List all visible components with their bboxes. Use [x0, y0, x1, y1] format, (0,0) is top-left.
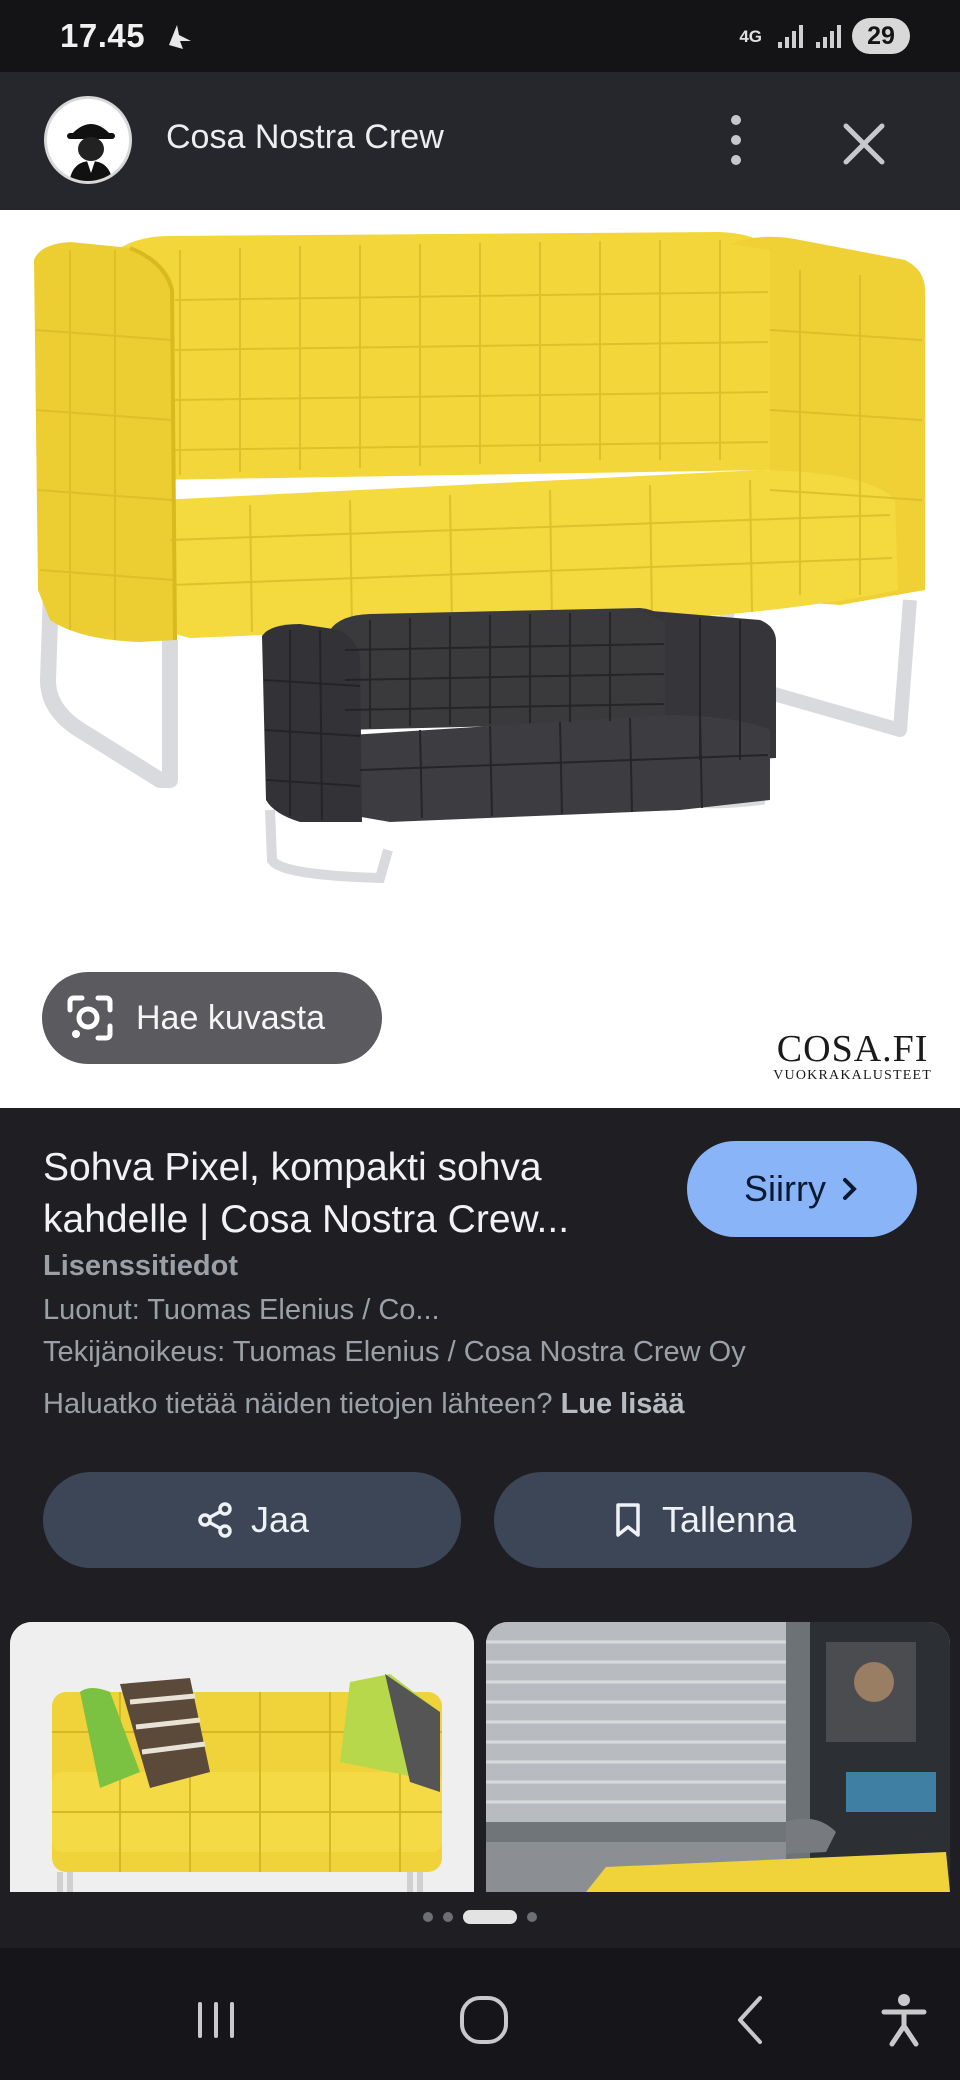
visit-button[interactable]: Siirry — [687, 1141, 917, 1237]
carousel-dot — [443, 1912, 453, 1922]
recent-apps-icon[interactable] — [186, 1990, 246, 2050]
back-icon[interactable] — [722, 1990, 782, 2050]
search-image-button[interactable]: Hae kuvasta — [42, 972, 382, 1064]
image-details: Sohva Pixel, kompakti sohva kahdelle | C… — [0, 1108, 960, 1948]
dark-sofa — [262, 608, 776, 884]
save-button[interactable]: Tallenna — [494, 1472, 912, 1568]
site-name: Cosa Nostra Crew — [166, 118, 444, 156]
status-icons: 4G 29 — [739, 18, 910, 54]
carousel-dot — [527, 1912, 537, 1922]
related-image-2[interactable] — [486, 1622, 950, 1892]
close-icon[interactable] — [836, 116, 892, 172]
more-options-icon[interactable] — [720, 108, 752, 172]
accessibility-icon[interactable] — [874, 1990, 934, 2050]
visit-button-label: Siirry — [744, 1168, 826, 1209]
signal-icon-2 — [816, 25, 841, 48]
lens-icon — [67, 995, 113, 1041]
signal-icon — [778, 25, 803, 48]
source-question: Haluatko tietää näiden tietojen lähteen?… — [43, 1388, 685, 1421]
status-time: 17.45 — [60, 17, 146, 54]
carousel-dot — [423, 1912, 433, 1922]
chevron-right-icon — [842, 1178, 857, 1200]
save-label: Tallenna — [661, 1499, 797, 1540]
license-info-link[interactable]: Lisenssitiedot — [43, 1250, 238, 1283]
room-thumbnail — [486, 1622, 950, 1892]
network-type: 4G — [739, 26, 762, 46]
related-image-1[interactable] — [10, 1622, 474, 1892]
copyright-text: Tekijänoikeus: Tuomas Elenius / Cosa Nos… — [43, 1336, 746, 1368]
main-product-image[interactable]: Hae kuvasta COSA.FI VUOKRAKALUSTEET — [0, 210, 960, 1108]
carousel-indicator — [0, 1910, 960, 1924]
status-bar: 17.45 4G 29 — [0, 0, 960, 72]
share-label: Jaa — [250, 1499, 310, 1540]
notification-bird-icon — [169, 25, 192, 49]
battery-indicator: 29 — [852, 18, 910, 54]
share-icon — [198, 1502, 232, 1538]
home-icon[interactable] — [454, 1990, 514, 2050]
viewer-header: Cosa Nostra Crew — [0, 72, 960, 210]
watermark: COSA.FI VUOKRAKALUSTEET — [773, 1030, 932, 1084]
yellow-sofa-thumbnail — [10, 1622, 474, 1892]
system-nav-bar — [0, 1948, 960, 2080]
share-button[interactable]: Jaa — [43, 1472, 461, 1568]
read-more-link[interactable]: Lue lisää — [561, 1388, 685, 1420]
creator-text: Luonut: Tuomas Elenius / Co... — [43, 1294, 440, 1326]
carousel-dot-active — [463, 1910, 517, 1924]
gangster-logo-icon — [47, 99, 129, 181]
site-avatar[interactable] — [44, 96, 132, 184]
watermark-main: COSA.FI — [776, 1028, 929, 1070]
source-question-text: Haluatko tietää näiden tietojen lähteen? — [43, 1388, 553, 1420]
bookmark-icon — [616, 1503, 640, 1537]
watermark-sub: VUOKRAKALUSTEET — [773, 1068, 932, 1083]
result-title[interactable]: Sohva Pixel, kompakti sohva kahdelle | C… — [43, 1142, 653, 1246]
search-image-label: Hae kuvasta — [136, 998, 325, 1037]
